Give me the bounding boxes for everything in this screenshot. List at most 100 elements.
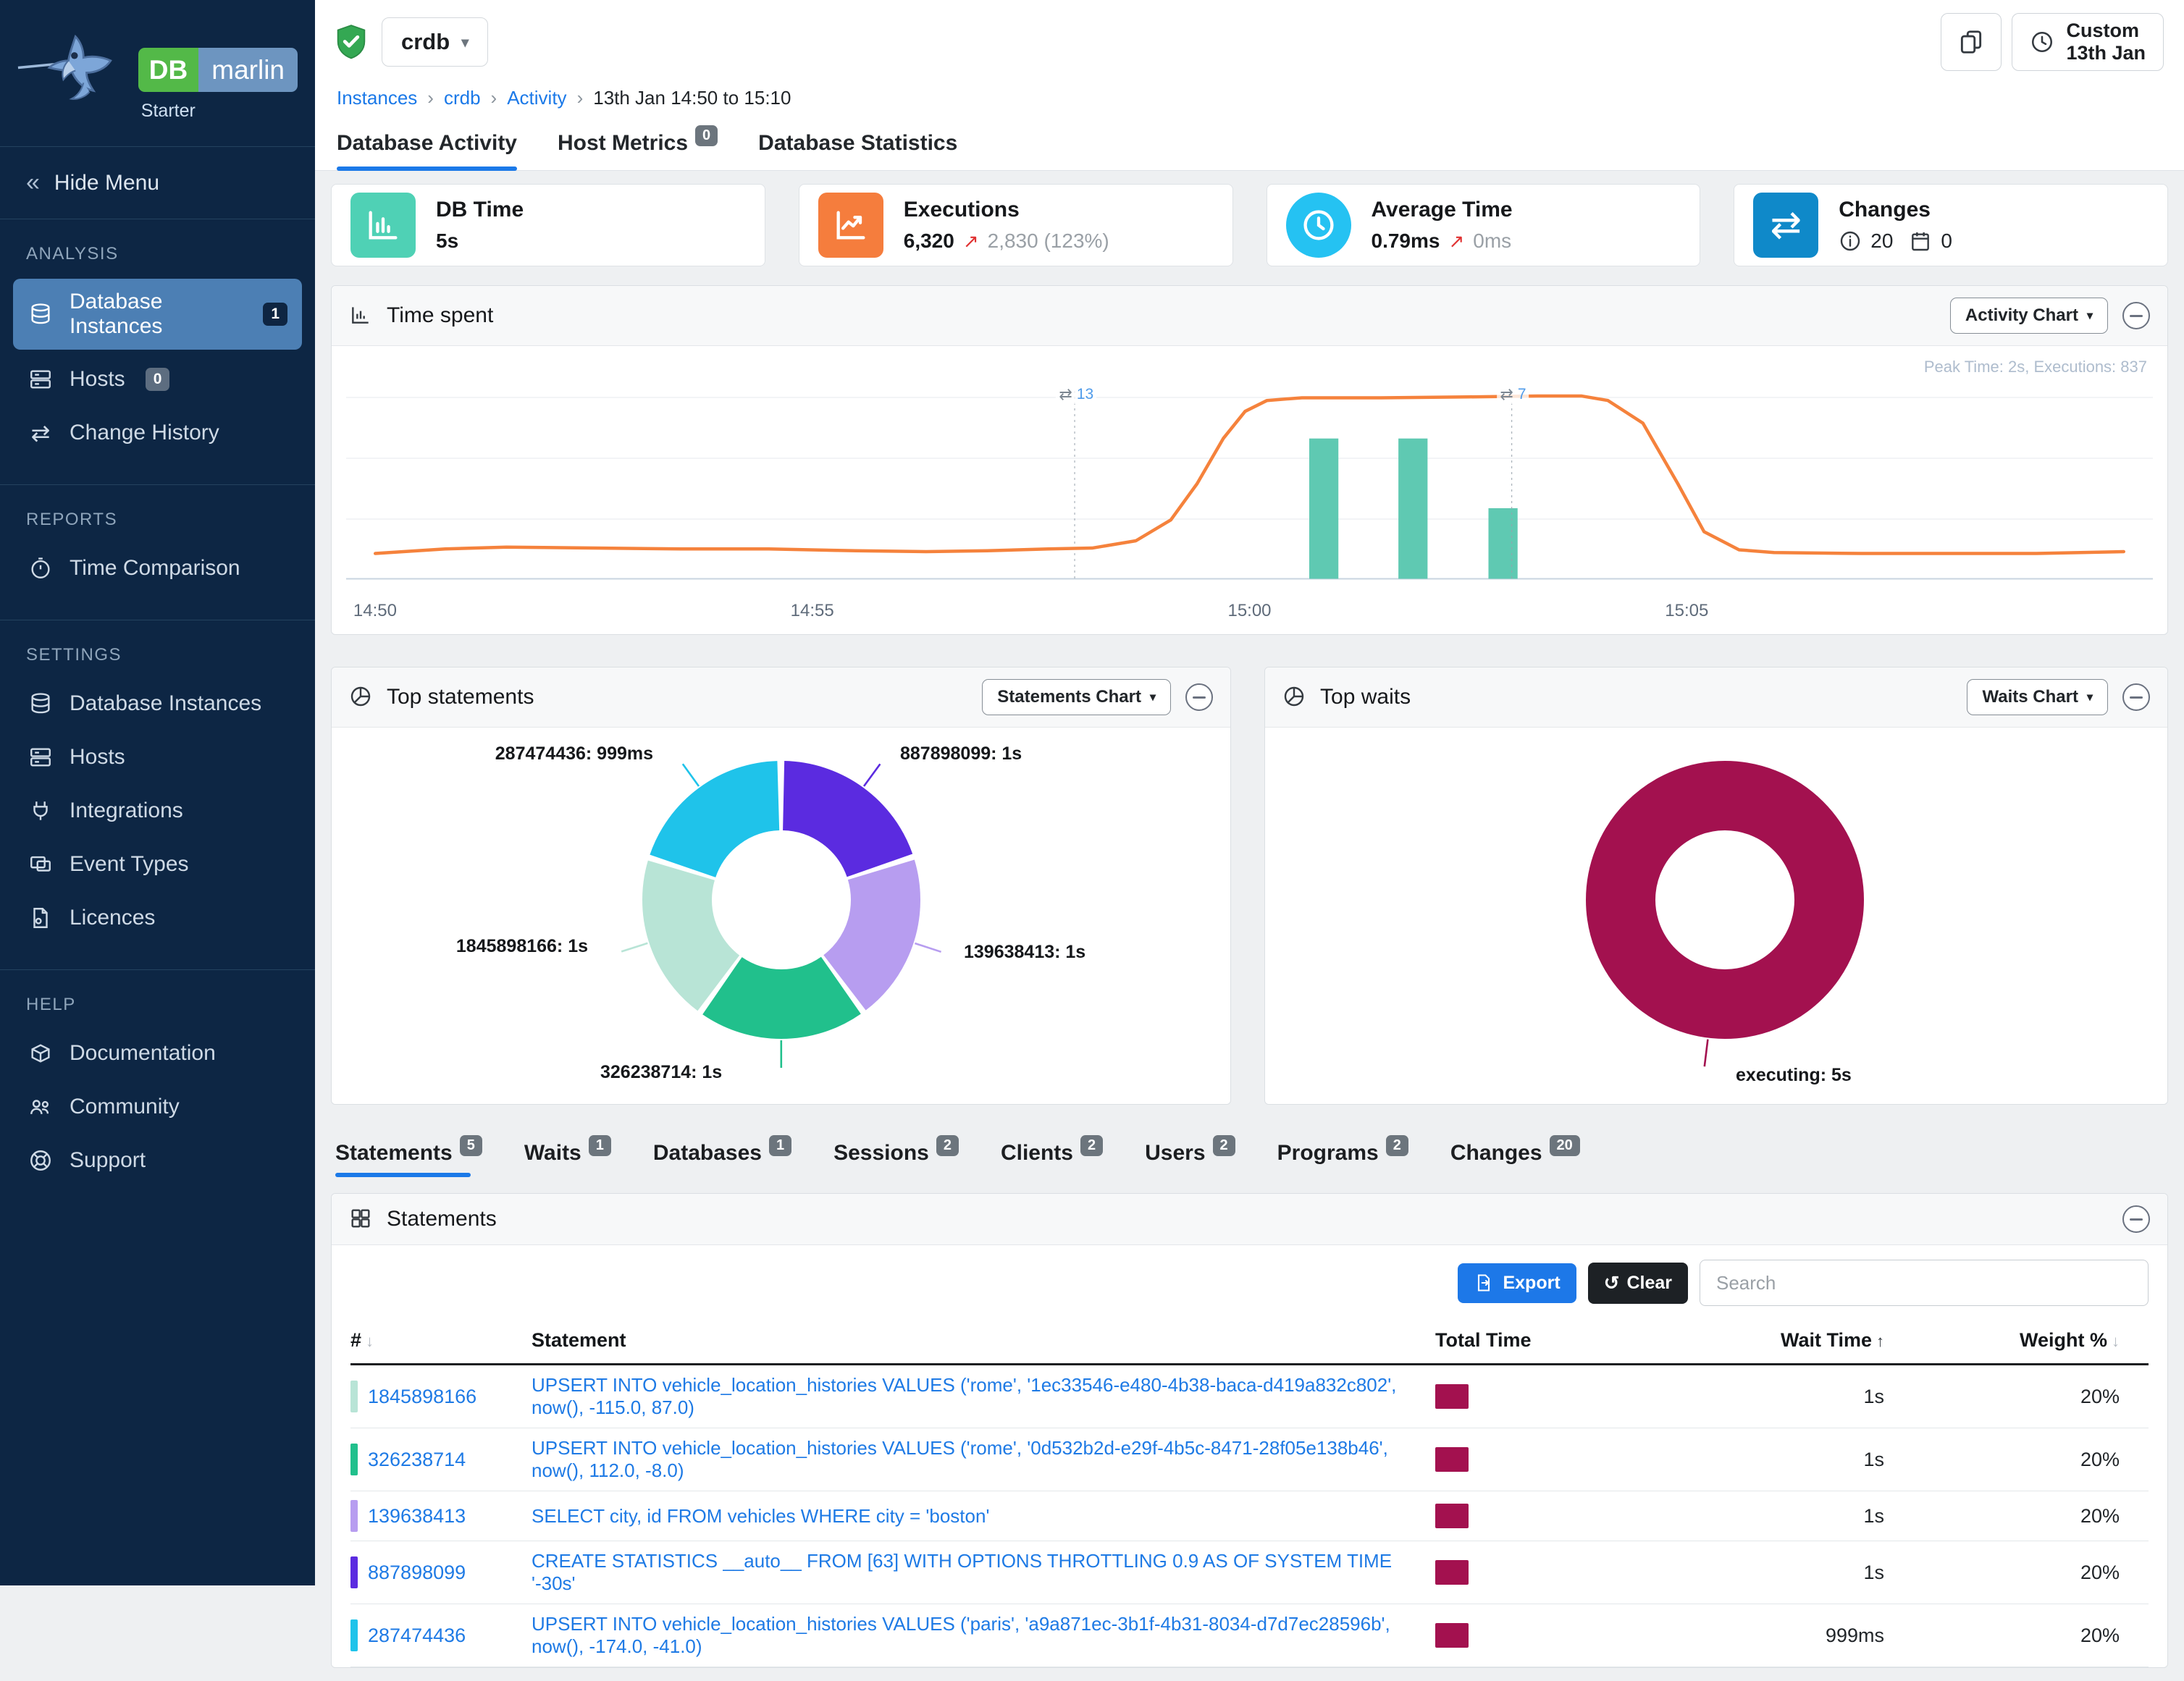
column-header-statement[interactable]: Statement — [532, 1318, 1435, 1365]
hide-menu-button[interactable]: « Hide Menu — [0, 146, 315, 219]
tab-statements[interactable]: Statements5 — [335, 1141, 482, 1177]
collapse-panel-button[interactable] — [2122, 683, 2150, 711]
breadcrumb-crdb[interactable]: crdb — [444, 87, 481, 109]
x-axis: 14:50 14:55 15:00 15:05 — [346, 598, 2153, 627]
tab-sessions[interactable]: Sessions2 — [833, 1141, 959, 1177]
statement-id-link[interactable]: 139638413 — [368, 1505, 466, 1528]
databases-count-badge: 1 — [769, 1135, 791, 1156]
database-icon — [28, 691, 54, 717]
sidebar-item-event-types[interactable]: Event Types — [13, 840, 302, 888]
bar-chart-icon — [350, 193, 416, 258]
tab-database-statistics[interactable]: Database Statistics — [758, 131, 957, 170]
statement-link[interactable]: UPSERT INTO vehicle_location_histories V… — [532, 1437, 1388, 1481]
marlin-fish-icon — [13, 22, 134, 109]
logo-marlin-text: marlin — [198, 48, 298, 92]
sidebar-item-community[interactable]: Community — [13, 1083, 302, 1131]
tab-waits[interactable]: Waits1 — [524, 1141, 611, 1177]
sidebar-item-label: Community — [70, 1095, 180, 1119]
export-button[interactable]: Export — [1458, 1263, 1576, 1303]
sidebar: DB marlin Starter « Hide Menu ANALYSIS D… — [0, 0, 315, 1585]
sidebar-item-settings-hosts[interactable]: Hosts — [13, 733, 302, 781]
total-time-bar — [1435, 1504, 1469, 1528]
change-annotation[interactable]: ⇄ 7 — [1497, 385, 1529, 404]
column-header-total-time[interactable]: Total Time — [1435, 1318, 1674, 1365]
tab-label: Sessions — [833, 1141, 929, 1166]
server-icon — [28, 366, 54, 392]
tab-label: Users — [1145, 1141, 1205, 1166]
statement-link[interactable]: UPSERT INTO vehicle_location_histories V… — [532, 1613, 1390, 1657]
instance-name: crdb — [401, 29, 450, 55]
activity-chart-svg — [346, 378, 2153, 595]
copy-link-button[interactable] — [1941, 13, 2002, 71]
tab-label: Waits — [524, 1141, 581, 1166]
change-annotation[interactable]: ⇄ 13 — [1056, 385, 1096, 404]
breadcrumb-instances[interactable]: Instances — [337, 87, 417, 109]
statements-donut-chart[interactable]: 287474436: 999ms 887898099: 1s 184589816… — [332, 728, 1230, 1104]
tab-users[interactable]: Users2 — [1145, 1141, 1235, 1177]
statements-table: #↓ Statement Total Time Wait Time↑ Weigh… — [350, 1318, 2149, 1667]
tab-label: Database Statistics — [758, 131, 957, 156]
color-strip — [350, 1500, 358, 1532]
plug-icon — [28, 798, 54, 824]
statement-id-link[interactable]: 326238714 — [368, 1449, 466, 1471]
column-header-weight[interactable]: Weight %↓ — [1913, 1318, 2149, 1365]
collapse-panel-button[interactable] — [2122, 302, 2150, 329]
sidebar-item-licences[interactable]: Licences — [13, 894, 302, 942]
breadcrumb-activity[interactable]: Activity — [507, 87, 566, 109]
sidebar-item-settings-database-instances[interactable]: Database Instances — [13, 680, 302, 728]
waits-donut-chart[interactable]: executing: 5s — [1265, 728, 2167, 1104]
tab-programs[interactable]: Programs2 — [1277, 1141, 1408, 1177]
statement-row: 287474436 UPSERT INTO vehicle_location_h… — [350, 1604, 2149, 1667]
average-time-value: 0.79ms — [1372, 229, 1440, 253]
column-header-wait-time[interactable]: Wait Time↑ — [1674, 1318, 1913, 1365]
slice-label: executing: 5s — [1736, 1065, 1852, 1086]
statement-id-link[interactable]: 287474436 — [368, 1625, 466, 1647]
clear-button[interactable]: ↺ Clear — [1588, 1263, 1688, 1304]
panel-title: Top statements — [387, 685, 534, 709]
tab-changes[interactable]: Changes20 — [1450, 1141, 1580, 1177]
trend-line-icon — [818, 193, 883, 258]
health-shield-icon — [335, 24, 367, 60]
sidebar-item-time-comparison[interactable]: Time Comparison — [13, 544, 302, 592]
stopwatch-icon — [28, 555, 54, 581]
statement-row: 1845898166 UPSERT INTO vehicle_location_… — [350, 1365, 2149, 1428]
instance-selector[interactable]: crdb ▾ — [382, 17, 488, 67]
collapse-panel-button[interactable] — [1185, 683, 1213, 711]
sidebar-item-database-instances[interactable]: Database Instances 1 — [13, 279, 302, 350]
activity-chart[interactable]: ⇄ 13 ⇄ 7 — [346, 378, 2153, 595]
card-changes: ⇄ Changes 20 0 — [1734, 184, 2168, 266]
panel-title: Time spent — [387, 303, 493, 328]
annotation-count: 13 — [1077, 386, 1093, 403]
package-icon — [28, 1040, 54, 1066]
screens-icon — [28, 851, 54, 877]
detail-tab-bar: Statements5 Waits1 Databases1 Sessions2 … — [335, 1141, 2164, 1177]
nav-section-analysis: ANALYSIS — [0, 244, 315, 264]
statements-chart-dropdown[interactable]: Statements Chart ▾ — [982, 679, 1171, 715]
tab-clients[interactable]: Clients2 — [1001, 1141, 1103, 1177]
info-icon — [1839, 229, 1862, 253]
waits-chart-dropdown[interactable]: Waits Chart ▾ — [1967, 679, 2108, 715]
tab-databases[interactable]: Databases1 — [653, 1141, 791, 1177]
search-input[interactable] — [1700, 1260, 2149, 1306]
tab-database-activity[interactable]: Database Activity — [337, 131, 517, 170]
sidebar-item-support[interactable]: Support — [13, 1137, 302, 1184]
sidebar-item-change-history[interactable]: ⇄ Change History — [13, 409, 302, 457]
sidebar-item-hosts[interactable]: Hosts 0 — [13, 355, 302, 403]
statement-id-link[interactable]: 887898099 — [368, 1562, 466, 1584]
column-header-id[interactable]: #↓ — [350, 1318, 532, 1365]
statements-panel: Statements Export ↺ Clear — [331, 1193, 2168, 1668]
time-range-date: 13th Jan — [2066, 42, 2146, 64]
statement-link[interactable]: SELECT city, id FROM vehicles WHERE city… — [532, 1505, 989, 1527]
sidebar-item-documentation[interactable]: Documentation — [13, 1029, 302, 1077]
tab-host-metrics[interactable]: Host Metrics 0 — [558, 131, 718, 170]
statement-link[interactable]: CREATE STATISTICS __auto__ FROM [63] WIT… — [532, 1550, 1392, 1594]
time-range-button[interactable]: Custom 13th Jan — [2012, 13, 2164, 71]
plan-tier-label: Starter — [141, 101, 298, 122]
activity-chart-dropdown[interactable]: Activity Chart ▾ — [1950, 298, 2108, 334]
statement-link[interactable]: UPSERT INTO vehicle_location_histories V… — [532, 1374, 1396, 1418]
statement-id-link[interactable]: 1845898166 — [368, 1386, 476, 1408]
swap-arrows-icon: ⇄ — [1500, 385, 1513, 404]
sidebar-item-integrations[interactable]: Integrations — [13, 787, 302, 835]
clock-icon — [2030, 30, 2054, 54]
collapse-panel-button[interactable] — [2122, 1205, 2150, 1233]
